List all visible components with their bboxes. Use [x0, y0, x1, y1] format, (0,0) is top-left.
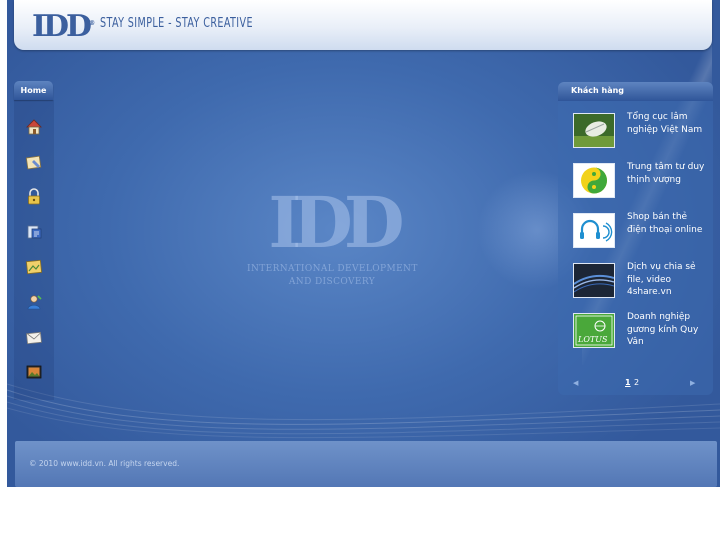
news-icon — [27, 225, 42, 239]
pagination-next-arrow-icon[interactable]: ▶ — [690, 379, 695, 387]
logo-text: IDD — [32, 9, 92, 44]
menu-item-info[interactable] — [25, 153, 43, 171]
client-item[interactable]: Dịch vụ chia sẻ file, video 4share.vn — [573, 261, 708, 301]
client-name: Shop bán thẻ điện thoại online — [627, 212, 703, 235]
client-name: Tổng cục lâm nghiệp Việt Nam — [627, 112, 703, 135]
mail-icon — [26, 331, 42, 345]
client-thumbnail — [573, 163, 615, 198]
client-name: Trung tâm tư duy thịnh vượng — [627, 162, 705, 185]
logo-registered-mark: ® — [89, 20, 96, 27]
menu-item-user[interactable] — [25, 293, 43, 311]
watermark-logo-text: IDD — [268, 181, 404, 264]
watermark-line-1: INTERNATIONAL DEVELOPMENT — [247, 264, 418, 274]
site-logo[interactable]: IDD® — [32, 7, 95, 44]
clients-panel-title: Khách hàng — [558, 82, 713, 101]
menu-item-photo[interactable] — [25, 363, 43, 381]
4share-logo-icon — [574, 264, 614, 297]
pagination-page-2[interactable]: 2 — [634, 378, 639, 387]
home-icon — [26, 119, 42, 135]
menu-item-home[interactable] — [25, 118, 43, 136]
site-slogan: STAY SIMPLE - STAY CREATIVE — [100, 16, 253, 31]
menu-item-mail[interactable] — [25, 328, 43, 346]
client-item[interactable]: LOTUS Doanh nghiệp gương kính Quy Vân — [573, 311, 708, 351]
watermark-line-2: AND DISCOVERY — [288, 277, 376, 287]
footer-bar: © 2010 www.idd.vn. All rights reserved. — [15, 441, 717, 487]
lotus-logo-icon: LOTUS — [574, 314, 614, 347]
client-name: Dịch vụ chia sẻ file, video 4share.vn — [627, 262, 696, 298]
client-item[interactable]: Trung tâm tư duy thịnh vượng — [573, 161, 708, 201]
page-background: IDD® STAY SIMPLE - STAY CREATIVE Home ID… — [7, 0, 720, 487]
forest-bird-logo-icon — [574, 114, 614, 147]
client-thumbnail — [573, 213, 615, 248]
client-name: Doanh nghiệp gương kính Quy Vân — [627, 312, 699, 348]
client-thumbnail — [573, 263, 615, 298]
client-item[interactable]: Shop bán thẻ điện thoại online — [573, 211, 708, 251]
left-icon-menu — [14, 100, 54, 400]
menu-item-news[interactable] — [25, 223, 43, 241]
yin-yang-logo-icon — [574, 164, 614, 197]
lock-icon — [28, 188, 40, 205]
center-watermark-logo: IDD INTERNATIONAL DEVELOPMENT AND DISCOV… — [247, 183, 417, 289]
menu-item-gallery[interactable] — [25, 258, 43, 276]
client-item[interactable]: Tổng cục lâm nghiệp Việt Nam — [573, 111, 708, 151]
client-thumbnail — [573, 113, 615, 148]
gallery-icon — [25, 259, 43, 275]
tab-home[interactable]: Home — [14, 81, 53, 100]
info-icon — [25, 155, 42, 170]
pagination-prev-arrow-icon[interactable]: ◀ — [573, 379, 578, 387]
lotus-logo-text: LOTUS — [577, 335, 608, 344]
user-icon — [27, 295, 42, 310]
header-bar: IDD® STAY SIMPLE - STAY CREATIVE — [14, 0, 712, 50]
pagination-page-1[interactable]: 1 — [625, 378, 631, 387]
menu-item-lock[interactable] — [25, 188, 43, 206]
clients-pagination: ◀ 1 2 ▶ — [558, 378, 713, 391]
footer-copyright: © 2010 www.idd.vn. All rights reserved. — [29, 459, 180, 468]
photo-icon — [26, 365, 42, 379]
headphone-logo-icon — [574, 214, 614, 247]
client-thumbnail: LOTUS — [573, 313, 615, 348]
clients-panel: Khách hàng Tổng cục lâm nghiệp Việt Nam — [558, 82, 713, 395]
